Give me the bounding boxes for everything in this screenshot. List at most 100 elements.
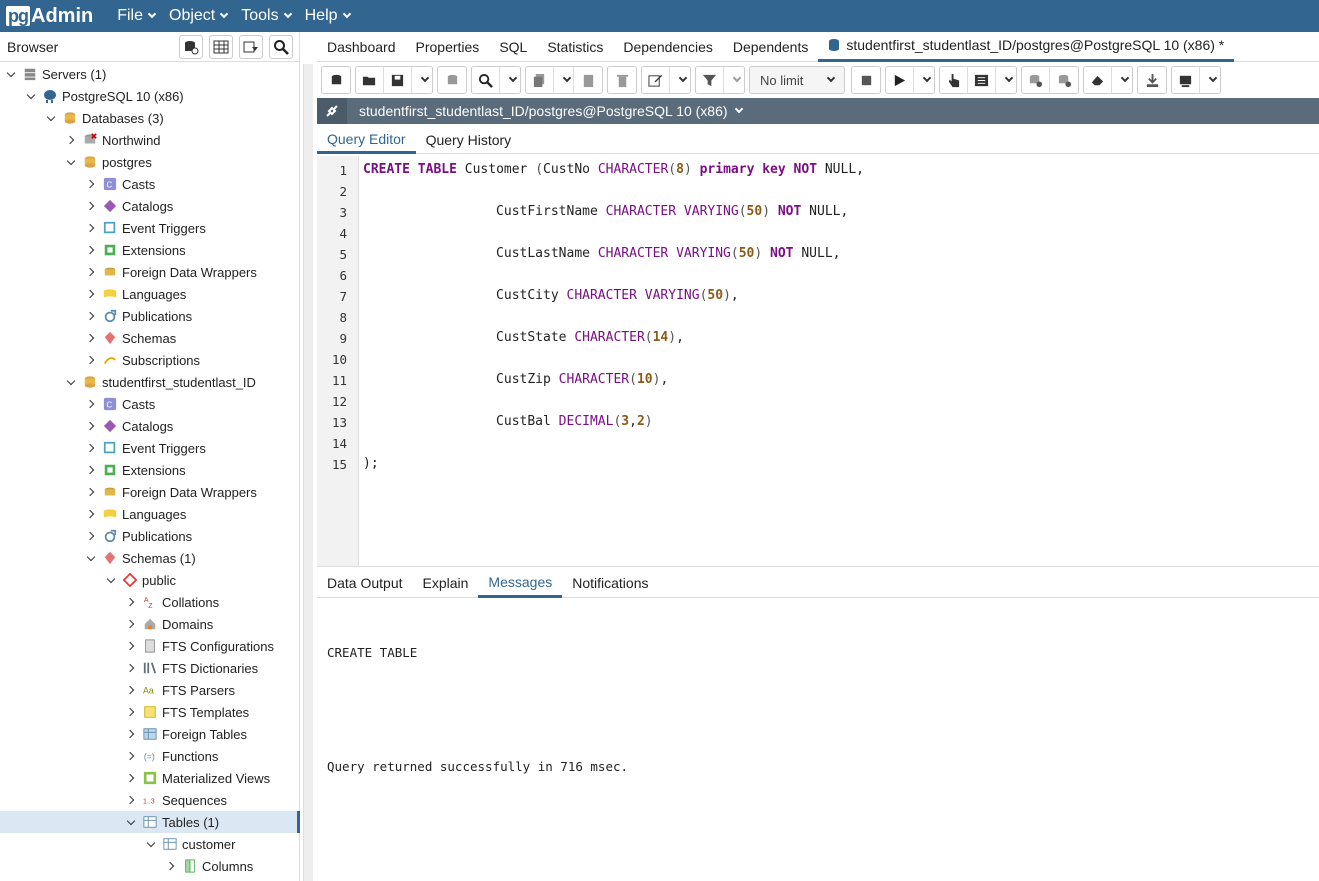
- tab-data-output[interactable]: Data Output: [317, 568, 413, 598]
- chevron-right-icon[interactable]: [124, 771, 138, 785]
- tree-node[interactable]: Languages: [0, 503, 300, 525]
- tree-node[interactable]: Schemas (1): [0, 547, 300, 569]
- tab-messages[interactable]: Messages: [478, 568, 563, 598]
- chevron-right-icon[interactable]: [84, 243, 98, 257]
- explain-analyze-icon[interactable]: [968, 67, 996, 93]
- tab-dependencies[interactable]: Dependencies: [613, 32, 723, 62]
- tab-notifications[interactable]: Notifications: [562, 568, 658, 598]
- tree-node[interactable]: (=) Functions: [0, 745, 300, 767]
- stop-button[interactable]: [851, 66, 881, 94]
- explain-dropdown-chevron-icon[interactable]: [996, 67, 1016, 93]
- play-icon[interactable]: [886, 67, 914, 93]
- tree-node[interactable]: studentfirst_studentlast_ID: [0, 371, 300, 393]
- tab-dependents[interactable]: Dependents: [723, 32, 819, 62]
- chevron-right-icon[interactable]: [84, 507, 98, 521]
- filter-rows-icon[interactable]: [239, 34, 263, 59]
- tree-node[interactable]: Event Triggers: [0, 217, 300, 239]
- tree-node[interactable]: Aa FTS Parsers: [0, 679, 300, 701]
- chevron-down-icon[interactable]: [64, 155, 78, 169]
- tab-query-editor[interactable]: Query Editor: [317, 126, 416, 154]
- tree-node[interactable]: Foreign Data Wrappers: [0, 481, 300, 503]
- menu-file[interactable]: File: [117, 7, 157, 25]
- view-data-icon[interactable]: [209, 34, 233, 59]
- edit-icon[interactable]: [642, 67, 670, 93]
- filter-icon[interactable]: [696, 67, 724, 93]
- chevron-right-icon[interactable]: [84, 419, 98, 433]
- chevron-right-icon[interactable]: [84, 353, 98, 367]
- chevron-right-icon[interactable]: [84, 265, 98, 279]
- chevron-right-icon[interactable]: [124, 705, 138, 719]
- save-data-button[interactable]: [437, 66, 467, 94]
- tree-node[interactable]: C Casts: [0, 393, 300, 415]
- chevron-right-icon[interactable]: [84, 441, 98, 455]
- tree-node[interactable]: Publications: [0, 525, 300, 547]
- tree-node[interactable]: public: [0, 569, 300, 591]
- tab-properties[interactable]: Properties: [406, 32, 490, 62]
- chevron-right-icon[interactable]: [84, 529, 98, 543]
- delete-button[interactable]: [607, 66, 637, 94]
- tree-node[interactable]: C Casts: [0, 173, 300, 195]
- tree-node[interactable]: Catalogs: [0, 415, 300, 437]
- tree-node[interactable]: FTS Templates: [0, 701, 300, 723]
- execute-dropdown-chevron-icon[interactable]: [914, 67, 934, 93]
- tree-node[interactable]: 1..3 Sequences: [0, 789, 300, 811]
- tree-node[interactable]: Databases (3): [0, 107, 300, 129]
- tree-node[interactable]: Servers (1): [0, 63, 300, 85]
- tree-node[interactable]: Tables (1): [0, 811, 300, 833]
- chevron-right-icon[interactable]: [124, 793, 138, 807]
- chevron-down-icon[interactable]: [44, 111, 58, 125]
- tree-node[interactable]: Extensions: [0, 239, 300, 261]
- menu-tools[interactable]: Tools: [241, 7, 292, 25]
- chevron-right-icon[interactable]: [124, 749, 138, 763]
- row-limit-select[interactable]: No limit: [749, 66, 845, 94]
- connection-status-button[interactable]: [321, 66, 351, 94]
- find-icon[interactable]: [472, 67, 500, 93]
- chevron-right-icon[interactable]: [124, 683, 138, 697]
- tree-node[interactable]: Languages: [0, 283, 300, 305]
- find-dropdown-chevron-icon[interactable]: [500, 67, 520, 93]
- tab-dashboard[interactable]: Dashboard: [317, 32, 406, 62]
- tree-node[interactable]: Columns: [0, 855, 300, 877]
- tree-node[interactable]: PostgreSQL 10 (x86): [0, 85, 300, 107]
- chevron-right-icon[interactable]: [124, 639, 138, 653]
- sql-editor[interactable]: 1 2 3 4 5 6 7 8 9 10 11 12 13 14 15 CREATE TABLE Custo…: [317, 156, 1319, 566]
- chevron-down-icon[interactable]: [124, 815, 138, 829]
- copy-dropdown-chevron-icon[interactable]: [554, 67, 574, 93]
- query-tool-icon[interactable]: [179, 34, 203, 59]
- tab-explain[interactable]: Explain: [413, 568, 479, 598]
- tree-node[interactable]: Extensions: [0, 459, 300, 481]
- clear-dropdown-chevron-icon[interactable]: [1112, 67, 1132, 93]
- chevron-right-icon[interactable]: [84, 177, 98, 191]
- chevron-right-icon[interactable]: [124, 595, 138, 609]
- tree-node[interactable]: customer: [0, 833, 300, 855]
- tab-statistics[interactable]: Statistics: [537, 32, 613, 62]
- chevron-right-icon[interactable]: [64, 133, 78, 147]
- rollback-icon[interactable]: [1050, 67, 1078, 93]
- chevron-right-icon[interactable]: [124, 661, 138, 675]
- tree-node[interactable]: Publications: [0, 305, 300, 327]
- chevron-right-icon[interactable]: [84, 397, 98, 411]
- commit-icon[interactable]: [1022, 67, 1050, 93]
- tree-node[interactable]: Foreign Data Wrappers: [0, 261, 300, 283]
- open-file-icon[interactable]: [356, 67, 384, 93]
- download-button[interactable]: [1137, 66, 1167, 94]
- chevron-right-icon[interactable]: [124, 727, 138, 741]
- menu-help[interactable]: Help: [305, 7, 351, 25]
- chevron-down-icon[interactable]: [104, 573, 118, 587]
- tab-query-tool[interactable]: studentfirst_studentlast_ID/postgres@Pos…: [818, 32, 1235, 62]
- chevron-down-icon[interactable]: [64, 375, 78, 389]
- tree-node[interactable]: Materialized Views: [0, 767, 300, 789]
- paste-icon[interactable]: [574, 67, 602, 93]
- tab-sql[interactable]: SQL: [489, 32, 537, 62]
- tree-node[interactable]: Subscriptions: [0, 349, 300, 371]
- chevron-down-icon[interactable]: [24, 89, 38, 103]
- tree-node[interactable]: Event Triggers: [0, 437, 300, 459]
- chevron-right-icon[interactable]: [164, 859, 178, 873]
- chevron-right-icon[interactable]: [84, 485, 98, 499]
- chevron-right-icon[interactable]: [84, 309, 98, 323]
- connection-bar[interactable]: studentfirst_studentlast_ID/postgres@Pos…: [317, 98, 1319, 124]
- chevron-right-icon[interactable]: [84, 221, 98, 235]
- tree-node[interactable]: Catalogs: [0, 195, 300, 217]
- tree-node[interactable]: Schemas: [0, 327, 300, 349]
- filter-dropdown-chevron-icon[interactable]: [724, 67, 744, 93]
